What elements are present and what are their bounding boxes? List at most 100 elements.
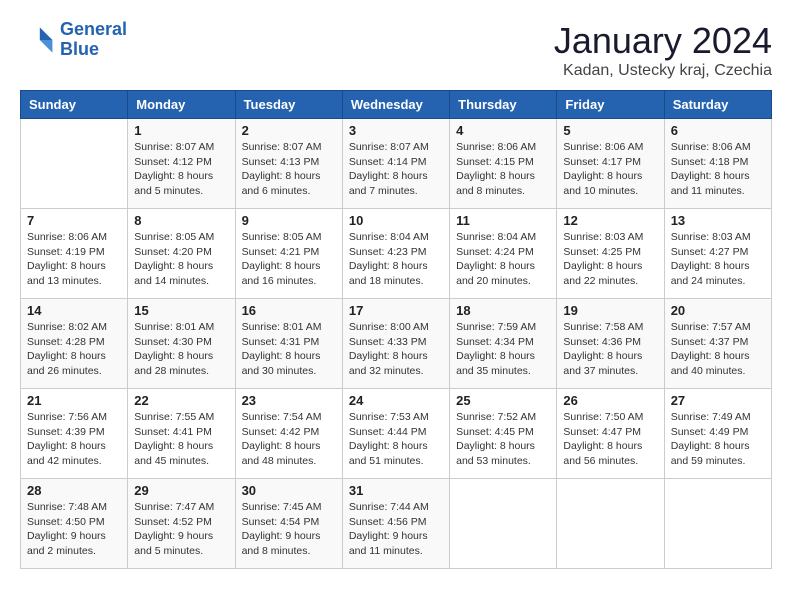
day-number: 28 [27,483,121,498]
day-number: 3 [349,123,443,138]
day-info: Sunrise: 8:06 AM Sunset: 4:15 PM Dayligh… [456,140,550,199]
calendar-cell: 30 Sunrise: 7:45 AM Sunset: 4:54 PM Dayli… [235,479,342,569]
day-number: 5 [563,123,657,138]
day-info: Sunrise: 7:47 AM Sunset: 4:52 PM Dayligh… [134,500,228,559]
day-info: Sunrise: 7:52 AM Sunset: 4:45 PM Dayligh… [456,410,550,469]
calendar-cell: 3 Sunrise: 8:07 AM Sunset: 4:14 PM Daylig… [342,119,449,209]
day-number: 31 [349,483,443,498]
day-info: Sunrise: 8:07 AM Sunset: 4:13 PM Dayligh… [242,140,336,199]
subtitle: Kadan, Ustecky kraj, Czechia [554,62,772,80]
day-info: Sunrise: 7:53 AM Sunset: 4:44 PM Dayligh… [349,410,443,469]
weekday-tuesday: Tuesday [235,91,342,119]
day-number: 26 [563,393,657,408]
day-number: 13 [671,213,765,228]
calendar-cell: 7 Sunrise: 8:06 AM Sunset: 4:19 PM Daylig… [21,209,128,299]
day-number: 12 [563,213,657,228]
calendar-cell: 5 Sunrise: 8:06 AM Sunset: 4:17 PM Daylig… [557,119,664,209]
day-info: Sunrise: 8:07 AM Sunset: 4:12 PM Dayligh… [134,140,228,199]
calendar-cell: 12 Sunrise: 8:03 AM Sunset: 4:25 PM Dayli… [557,209,664,299]
calendar-cell [664,479,771,569]
calendar-cell: 16Sunrise: 8:01 AM Sunset: 4:31 PM Dayli… [235,299,342,389]
day-number: 6 [671,123,765,138]
calendar-cell: 1 Sunrise: 8:07 AM Sunset: 4:12 PM Daylig… [128,119,235,209]
day-info: Sunrise: 7:45 AM Sunset: 4:54 PM Dayligh… [242,500,336,559]
day-number: 4 [456,123,550,138]
calendar-cell: 17 Sunrise: 8:00 AM Sunset: 4:33 PM Dayli… [342,299,449,389]
calendar-week-3: 14 Sunrise: 8:02 AM Sunset: 4:28 PM Dayli… [21,299,772,389]
weekday-thursday: Thursday [450,91,557,119]
day-info: Sunrise: 7:59 AM Sunset: 4:34 PM Dayligh… [456,320,550,379]
day-number: 14 [27,303,121,318]
day-info: Sunrise: 8:01 AM Sunset: 4:30 PM Dayligh… [134,320,228,379]
calendar-cell: 18Sunrise: 7:59 AM Sunset: 4:34 PM Dayli… [450,299,557,389]
day-info: Sunrise: 7:50 AM Sunset: 4:47 PM Dayligh… [563,410,657,469]
weekday-sunday: Sunday [21,91,128,119]
calendar-cell: 26 Sunrise: 7:50 AM Sunset: 4:47 PM Dayli… [557,389,664,479]
day-number: 30 [242,483,336,498]
calendar-cell: 15 Sunrise: 8:01 AM Sunset: 4:30 PM Dayli… [128,299,235,389]
day-info: Sunrise: 7:49 AM Sunset: 4:49 PM Dayligh… [671,410,765,469]
day-number: 27 [671,393,765,408]
calendar-week-2: 7 Sunrise: 8:06 AM Sunset: 4:19 PM Daylig… [21,209,772,299]
calendar-week-1: 1 Sunrise: 8:07 AM Sunset: 4:12 PM Daylig… [21,119,772,209]
calendar-cell [557,479,664,569]
calendar-cell: 24 Sunrise: 7:53 AM Sunset: 4:44 PM Dayli… [342,389,449,479]
logo: General Blue [20,20,127,60]
weekday-monday: Monday [128,91,235,119]
day-info: Sunrise: 8:07 AM Sunset: 4:14 PM Dayligh… [349,140,443,199]
day-number: 20 [671,303,765,318]
calendar-table: SundayMondayTuesdayWednesdayThursdayFrid… [20,90,772,569]
calendar-body: 1 Sunrise: 8:07 AM Sunset: 4:12 PM Daylig… [21,119,772,569]
day-info: Sunrise: 8:04 AM Sunset: 4:24 PM Dayligh… [456,230,550,289]
day-info: Sunrise: 8:06 AM Sunset: 4:19 PM Dayligh… [27,230,121,289]
day-info: Sunrise: 7:57 AM Sunset: 4:37 PM Dayligh… [671,320,765,379]
day-number: 24 [349,393,443,408]
day-info: Sunrise: 8:06 AM Sunset: 4:17 PM Dayligh… [563,140,657,199]
day-info: Sunrise: 7:56 AM Sunset: 4:39 PM Dayligh… [27,410,121,469]
day-info: Sunrise: 8:06 AM Sunset: 4:18 PM Dayligh… [671,140,765,199]
day-info: Sunrise: 7:58 AM Sunset: 4:36 PM Dayligh… [563,320,657,379]
calendar-cell: 4 Sunrise: 8:06 AM Sunset: 4:15 PM Daylig… [450,119,557,209]
calendar-cell: 23 Sunrise: 7:54 AM Sunset: 4:42 PM Dayli… [235,389,342,479]
calendar-cell: 28Sunrise: 7:48 AM Sunset: 4:50 PM Dayli… [21,479,128,569]
main-title: January 2024 [554,20,772,62]
day-number: 9 [242,213,336,228]
logo-icon [20,22,56,58]
calendar-cell [21,119,128,209]
day-number: 25 [456,393,550,408]
day-info: Sunrise: 8:05 AM Sunset: 4:20 PM Dayligh… [134,230,228,289]
calendar-cell: 8Sunrise: 8:05 AM Sunset: 4:20 PM Daylig… [128,209,235,299]
day-number: 21 [27,393,121,408]
calendar-cell: 31Sunrise: 7:44 AM Sunset: 4:56 PM Dayli… [342,479,449,569]
day-number: 7 [27,213,121,228]
day-info: Sunrise: 8:02 AM Sunset: 4:28 PM Dayligh… [27,320,121,379]
calendar-header: SundayMondayTuesdayWednesdayThursdayFrid… [21,91,772,119]
calendar-cell: 2 Sunrise: 8:07 AM Sunset: 4:13 PM Daylig… [235,119,342,209]
weekday-header-row: SundayMondayTuesdayWednesdayThursdayFrid… [21,91,772,119]
day-number: 23 [242,393,336,408]
day-number: 15 [134,303,228,318]
day-number: 10 [349,213,443,228]
calendar-cell [450,479,557,569]
logo-text: General Blue [60,20,127,60]
day-number: 16 [242,303,336,318]
calendar-cell: 14 Sunrise: 8:02 AM Sunset: 4:28 PM Dayli… [21,299,128,389]
calendar-cell: 9Sunrise: 8:05 AM Sunset: 4:21 PM Daylig… [235,209,342,299]
calendar-cell: 10Sunrise: 8:04 AM Sunset: 4:23 PM Dayli… [342,209,449,299]
calendar-cell: 19Sunrise: 7:58 AM Sunset: 4:36 PM Dayli… [557,299,664,389]
day-number: 2 [242,123,336,138]
weekday-saturday: Saturday [664,91,771,119]
day-number: 29 [134,483,228,498]
day-number: 11 [456,213,550,228]
day-number: 17 [349,303,443,318]
day-number: 1 [134,123,228,138]
calendar-cell: 20 Sunrise: 7:57 AM Sunset: 4:37 PM Dayli… [664,299,771,389]
weekday-wednesday: Wednesday [342,91,449,119]
calendar-cell: 21 Sunrise: 7:56 AM Sunset: 4:39 PM Dayli… [21,389,128,479]
day-info: Sunrise: 8:00 AM Sunset: 4:33 PM Dayligh… [349,320,443,379]
day-info: Sunrise: 7:54 AM Sunset: 4:42 PM Dayligh… [242,410,336,469]
calendar-cell: 13Sunrise: 8:03 AM Sunset: 4:27 PM Dayli… [664,209,771,299]
day-info: Sunrise: 7:55 AM Sunset: 4:41 PM Dayligh… [134,410,228,469]
page-header: General Blue January 2024 Kadan, Ustecky… [20,20,772,80]
day-info: Sunrise: 8:03 AM Sunset: 4:25 PM Dayligh… [563,230,657,289]
